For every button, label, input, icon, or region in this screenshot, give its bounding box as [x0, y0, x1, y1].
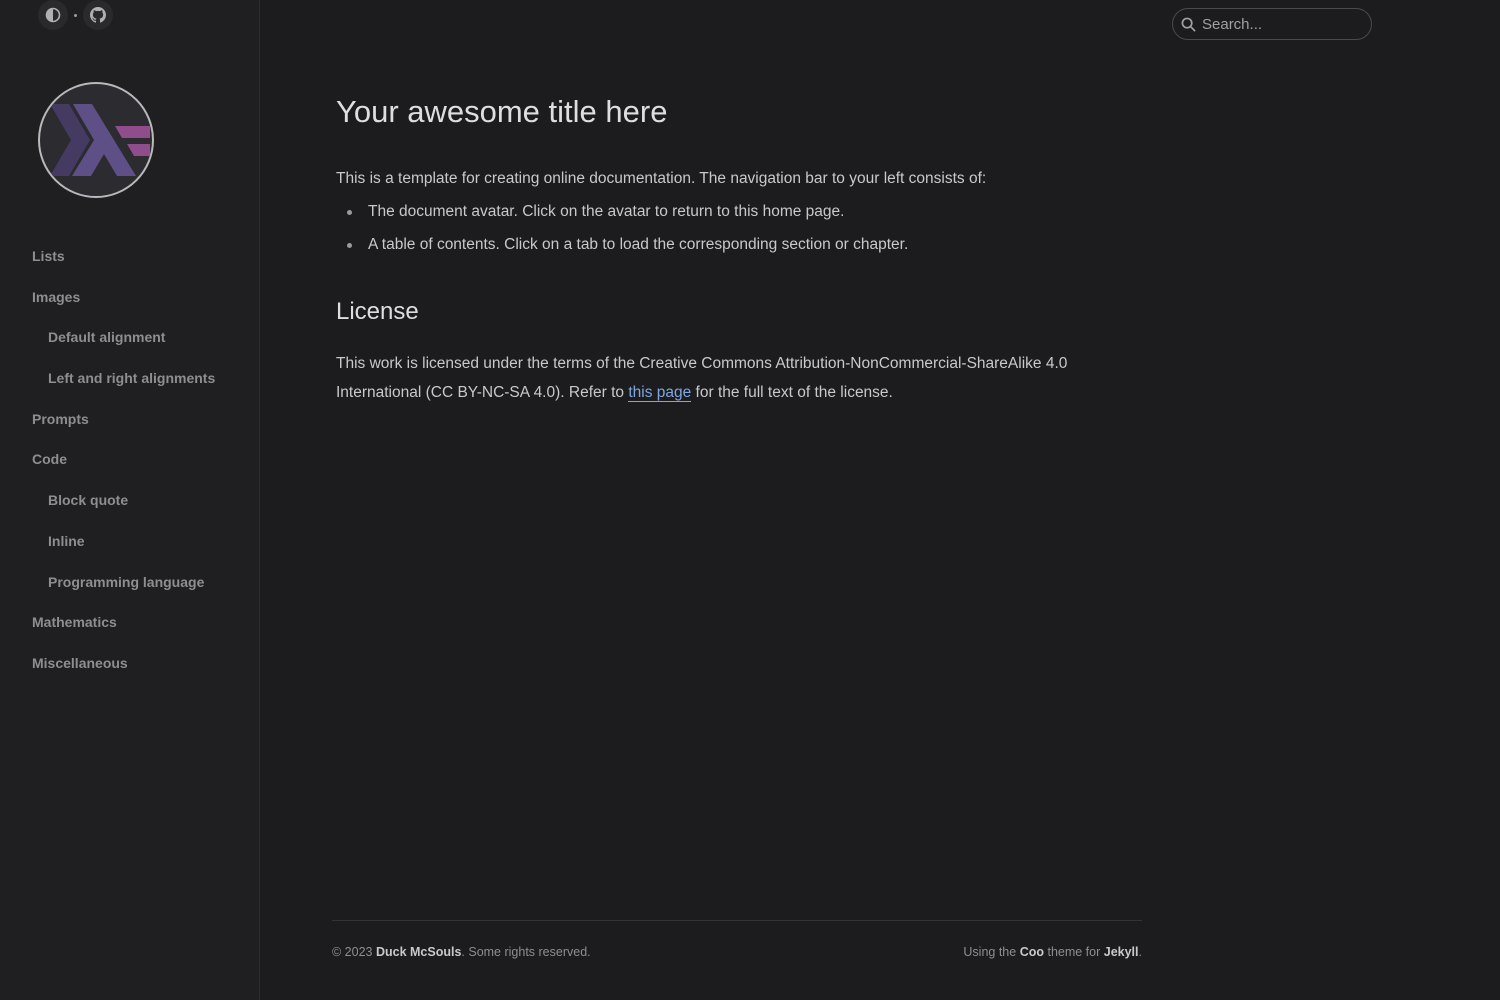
- sidebar-item-prompts[interactable]: Prompts: [0, 399, 259, 440]
- credits-prefix: Using the: [963, 945, 1020, 959]
- separator-dot: [74, 13, 77, 17]
- credits-mid: theme for: [1044, 945, 1104, 959]
- footer-divider: [332, 920, 1142, 921]
- footer-credits: Using the Coo theme for Jekyll.: [963, 945, 1142, 959]
- haskell-logo-icon: [50, 104, 150, 176]
- intro-list: The document avatar. Click on the avatar…: [336, 201, 908, 267]
- sidebar-item-lists[interactable]: Lists: [0, 236, 259, 277]
- license-link[interactable]: this page: [628, 384, 692, 402]
- sidebar: Lists Images Default alignment Left and …: [0, 0, 260, 1000]
- sidebar-item-left-right-alignments[interactable]: Left and right alignments: [0, 358, 259, 399]
- footer-author: Duck McSouls: [375, 945, 462, 959]
- copyright-suffix: . Some rights reserved.: [461, 945, 591, 959]
- github-button[interactable]: [83, 0, 113, 30]
- search-box[interactable]: [1172, 8, 1372, 40]
- license-paragraph: This work is licensed under the terms of…: [336, 349, 1096, 407]
- sidebar-item-block-quote[interactable]: Block quote: [0, 480, 259, 521]
- sidebar-item-default-alignment[interactable]: Default alignment: [0, 317, 259, 358]
- list-item: A table of contents. Click on a tab to l…: [336, 234, 908, 267]
- table-of-contents: Lists Images Default alignment Left and …: [0, 236, 259, 684]
- github-icon: [90, 7, 106, 23]
- sidebar-item-programming-language[interactable]: Programming language: [0, 562, 259, 603]
- license-heading: License: [336, 298, 419, 325]
- document-avatar[interactable]: [38, 82, 154, 198]
- sidebar-item-images[interactable]: Images: [0, 277, 259, 318]
- copyright-prefix: © 2023: [332, 945, 376, 959]
- footer-engine-name: Jekyll: [1103, 945, 1139, 959]
- credits-suffix: .: [1138, 945, 1142, 959]
- contrast-icon: [45, 7, 61, 23]
- footer-theme-name: Coo: [1019, 945, 1044, 959]
- sidebar-item-inline[interactable]: Inline: [0, 521, 259, 562]
- sidebar-item-code[interactable]: Code: [0, 439, 259, 480]
- license-text-after: for the full text of the license.: [691, 384, 893, 401]
- sidebar-top-controls: [38, 0, 113, 30]
- footer-copyright: © 2023 Duck McSouls. Some rights reserve…: [332, 945, 591, 959]
- intro-paragraph: This is a template for creating online d…: [336, 170, 987, 187]
- search-icon: [1181, 17, 1196, 31]
- sidebar-item-miscellaneous[interactable]: Miscellaneous: [0, 643, 259, 684]
- list-item: The document avatar. Click on the avatar…: [336, 201, 908, 234]
- page-title: Your awesome title here: [336, 94, 668, 129]
- search-input[interactable]: [1202, 15, 1362, 33]
- theme-toggle-button[interactable]: [38, 0, 68, 30]
- sidebar-item-mathematics[interactable]: Mathematics: [0, 602, 259, 643]
